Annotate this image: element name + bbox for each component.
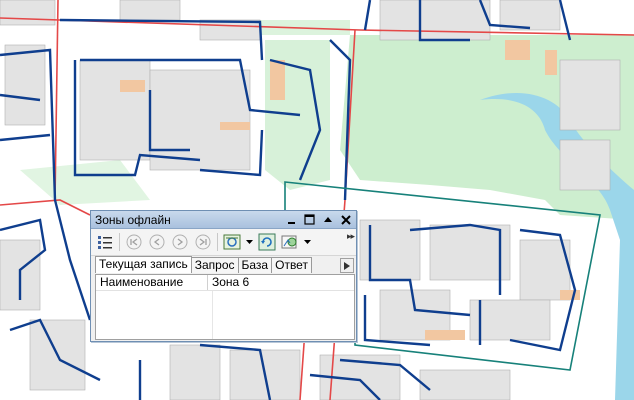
table-row[interactable]: Наименование Зона 6 xyxy=(96,275,354,291)
tab-scroll-right-icon[interactable] xyxy=(340,258,354,273)
close-icon[interactable] xyxy=(338,212,354,228)
first-record-icon[interactable] xyxy=(124,232,144,252)
previous-record-icon[interactable] xyxy=(147,232,167,252)
tab-response[interactable]: Ответ xyxy=(271,257,312,273)
refresh-icon[interactable] xyxy=(257,232,277,252)
toolbar-separator xyxy=(217,233,218,251)
filter-icon[interactable] xyxy=(222,232,242,252)
collapse-up-icon[interactable] xyxy=(320,212,336,228)
window-title-bar[interactable]: Зоны офлайн xyxy=(91,211,356,229)
record-table: Наименование Зона 6 xyxy=(95,274,355,340)
window-toolbar: ▸▸ xyxy=(91,229,356,256)
tab-strip: Текущая запись Запрос База Ответ xyxy=(91,256,356,273)
field-name-cell: Наименование xyxy=(96,275,208,290)
next-record-icon[interactable] xyxy=(170,232,190,252)
maximize-icon[interactable] xyxy=(302,212,318,228)
minimize-icon[interactable] xyxy=(284,212,300,228)
last-record-icon[interactable] xyxy=(193,232,213,252)
zones-offline-window[interactable]: Зоны офлайн ▸▸ Текущая запись Запрос Баз… xyxy=(90,210,357,342)
column-divider xyxy=(212,291,213,339)
window-title: Зоны офлайн xyxy=(95,212,171,227)
list-view-icon[interactable] xyxy=(95,232,115,252)
toolbar-overflow-icon[interactable]: ▸▸ xyxy=(347,231,355,242)
field-value-cell[interactable]: Зона 6 xyxy=(208,275,249,290)
tab-query[interactable]: Запрос xyxy=(190,257,239,273)
zone-map-icon[interactable] xyxy=(280,232,300,252)
chevron-down-icon[interactable] xyxy=(245,232,253,252)
toolbar-separator xyxy=(119,233,120,251)
chevron-down-icon[interactable] xyxy=(303,232,311,252)
tab-current-record[interactable]: Текущая запись xyxy=(95,256,192,273)
tab-database[interactable]: База xyxy=(237,257,273,273)
